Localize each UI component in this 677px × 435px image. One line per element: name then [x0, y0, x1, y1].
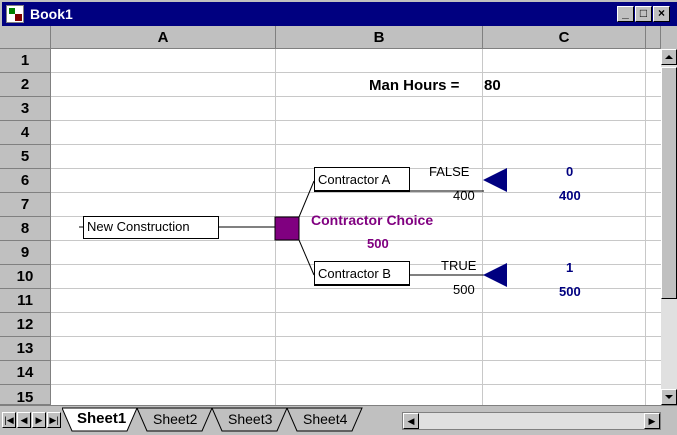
- excel-window: Book1 _ □ × A B C 1 2 3 4 5 6 7 8 9 10 1…: [0, 0, 677, 435]
- worksheet-grid: A B C 1 2 3 4 5 6 7 8 9 10 11 12 13 14 1…: [0, 0, 677, 435]
- next-sheet-button[interactable]: ▶: [32, 412, 46, 428]
- row-header-6[interactable]: 6: [0, 169, 51, 193]
- branch-b-value: 500: [453, 282, 475, 297]
- branch-a-value: 400: [453, 188, 475, 203]
- last-sheet-button[interactable]: ▶|: [47, 412, 61, 428]
- scroll-right-button[interactable]: ▶: [644, 413, 660, 429]
- arrow-up-icon: [665, 55, 673, 59]
- branch-a-flag: FALSE: [429, 164, 470, 179]
- select-all-button[interactable]: [0, 26, 51, 49]
- row-header-3[interactable]: 3: [0, 97, 51, 121]
- root-node-box[interactable]: New Construction: [83, 216, 219, 239]
- column-header-c[interactable]: C: [483, 26, 646, 49]
- tab-sheet3[interactable]: Sheet3: [228, 410, 272, 430]
- horizontal-scrollbar[interactable]: ◀ ▶: [402, 412, 661, 430]
- vertical-scroll-thumb[interactable]: [661, 67, 677, 299]
- decision-label: Contractor Choice: [311, 212, 434, 228]
- row-header-12[interactable]: 12: [0, 313, 51, 337]
- tab-sheet4[interactable]: Sheet4: [303, 410, 347, 430]
- decision-value: 500: [367, 236, 389, 251]
- result-b-value[interactable]: 500: [559, 284, 581, 299]
- row-header-2[interactable]: 2: [0, 73, 51, 97]
- branch-a-box[interactable]: Contractor A: [314, 167, 410, 192]
- arrow-down-icon: [665, 395, 673, 399]
- row-header-11[interactable]: 11: [0, 289, 51, 313]
- scroll-down-button[interactable]: [661, 389, 677, 405]
- terminal-node-a-icon: [483, 168, 507, 192]
- result-b-probability[interactable]: 1: [566, 260, 573, 275]
- row-header-5[interactable]: 5: [0, 145, 51, 169]
- branch-b-box[interactable]: Contractor B: [314, 261, 410, 286]
- sheet-tab-bar: |◀ ◀ ▶ ▶| Sheet1 Sheet2 Sheet3 Sheet4 ◀ …: [0, 405, 677, 435]
- row-header-1[interactable]: 1: [0, 49, 51, 73]
- column-header-d[interactable]: [646, 26, 661, 49]
- scroll-left-button[interactable]: ◀: [403, 413, 419, 429]
- branch-b-flag: TRUE: [441, 258, 477, 273]
- row-header-7[interactable]: 7: [0, 193, 51, 217]
- vertical-scrollbar[interactable]: [661, 49, 677, 405]
- prev-sheet-button[interactable]: ◀: [17, 412, 31, 428]
- scroll-up-button[interactable]: [661, 49, 677, 65]
- terminal-node-b-icon: [483, 263, 507, 287]
- result-a-probability[interactable]: 0: [566, 164, 573, 179]
- cell-area[interactable]: Man Hours = 80 New Construction Contract…: [51, 49, 661, 405]
- row-header-4[interactable]: 4: [0, 121, 51, 145]
- first-sheet-button[interactable]: |◀: [2, 412, 16, 428]
- column-header-b[interactable]: B: [276, 26, 483, 49]
- row-header-15[interactable]: 15: [0, 385, 51, 405]
- decision-node-icon: [274, 216, 300, 241]
- column-header-a[interactable]: A: [51, 26, 276, 49]
- row-header-13[interactable]: 13: [0, 337, 51, 361]
- row-header-9[interactable]: 9: [0, 241, 51, 265]
- row-header-10[interactable]: 10: [0, 265, 51, 289]
- row-header-8[interactable]: 8: [0, 217, 51, 241]
- row-header-14[interactable]: 14: [0, 361, 51, 385]
- tab-sheet2[interactable]: Sheet2: [153, 410, 197, 430]
- tab-sheet1[interactable]: Sheet1: [77, 410, 126, 430]
- result-a-value[interactable]: 400: [559, 188, 581, 203]
